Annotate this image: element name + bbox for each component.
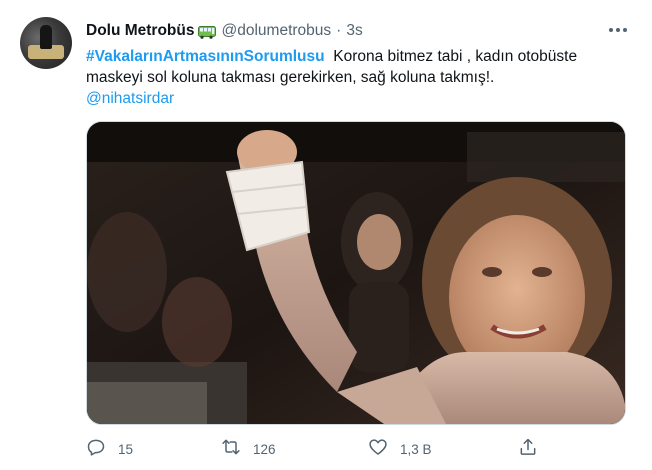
retweet-count: 126 <box>253 441 276 457</box>
tweet: Dolu Metrobüs @dolumetrobus · 3s #Vakala… <box>0 0 652 470</box>
bus-emoji-icon <box>197 25 216 39</box>
action-bar: 15 126 1,3 B <box>86 435 626 463</box>
timestamp[interactable]: 3s <box>346 22 362 40</box>
like-icon <box>368 437 388 462</box>
like-count: 1,3 B <box>400 441 432 457</box>
reply-icon <box>86 437 106 462</box>
video-frame <box>87 122 625 424</box>
retweet-icon <box>221 437 241 462</box>
author-name[interactable]: Dolu Metrobüs <box>86 22 195 40</box>
tweet-header: Dolu Metrobüs @dolumetrobus · 3s <box>86 20 363 42</box>
separator-dot: · <box>336 22 342 39</box>
more-icon[interactable] <box>606 20 630 40</box>
mention-link[interactable]: @nihatsirdar <box>86 90 174 107</box>
reply-count: 15 <box>118 441 134 457</box>
tweet-video[interactable] <box>86 121 626 425</box>
share-icon <box>518 437 538 462</box>
retweet-button[interactable]: 126 <box>221 435 276 463</box>
like-button[interactable]: 1,3 B <box>368 435 432 463</box>
tweet-text: #VakalarınArtmasınınSorumlusu Korona bit… <box>86 46 626 109</box>
tweet-body-line1: Korona bitmez tabi , kadın otobüste <box>333 48 578 65</box>
author-handle[interactable]: @dolumetrobus <box>222 22 332 40</box>
tweet-body-line2: maskeyi sol koluna takması gerekirken, s… <box>86 69 495 86</box>
reply-button[interactable]: 15 <box>86 435 133 463</box>
avatar[interactable] <box>20 17 72 69</box>
share-button[interactable] <box>518 435 538 463</box>
hashtag-link[interactable]: #VakalarınArtmasınınSorumlusu <box>86 48 325 65</box>
